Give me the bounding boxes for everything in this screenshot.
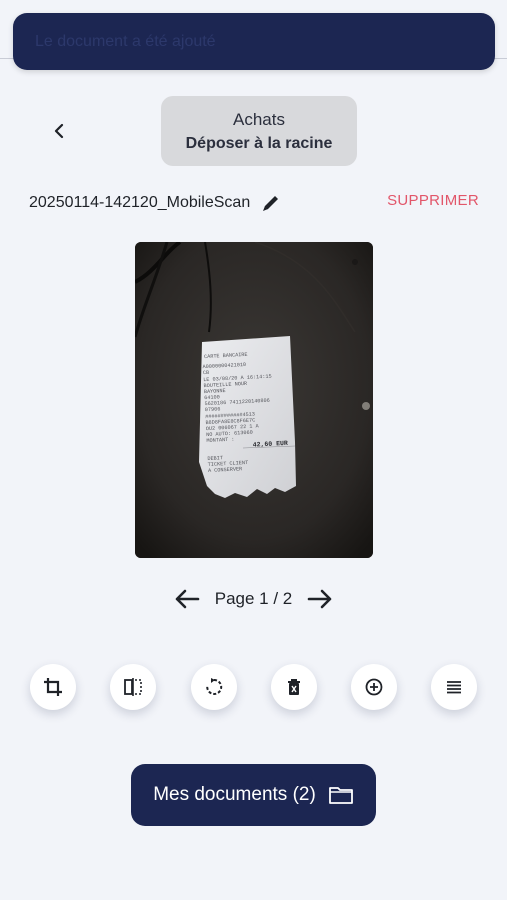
filename-row: 20250114-142120_MobileScan: [29, 192, 282, 214]
crop-button[interactable]: [30, 664, 76, 710]
receipt-line: 07906: [205, 406, 221, 413]
document-filename: 20250114-142120_MobileScan: [29, 194, 251, 211]
receipt-line: CB: [203, 370, 210, 376]
folder-icon: [328, 787, 353, 804]
folder-action: Déposer à la racine: [185, 134, 333, 152]
delete-page-icon: [288, 679, 300, 695]
toast-notification: Le document a été ajouté: [13, 13, 495, 70]
arrow-left-icon: [175, 589, 200, 609]
page-indicator: Page 1 / 2: [214, 589, 293, 608]
previous-page-button[interactable]: [172, 584, 202, 614]
page-navigator: Page 1 / 2: [0, 584, 507, 614]
add-page-icon: [365, 678, 383, 696]
next-page-button[interactable]: [305, 584, 335, 614]
split-icon: [124, 678, 142, 696]
rotate-icon: [206, 678, 223, 695]
split-button[interactable]: [110, 664, 156, 710]
delete-page-button[interactable]: [271, 664, 317, 710]
reorder-button[interactable]: [431, 664, 477, 710]
toast-message: Le document a été ajouté: [35, 32, 216, 50]
crop-icon: [44, 678, 62, 696]
reorder-icon: [447, 681, 461, 694]
delete-button[interactable]: SUPPRIMER: [387, 192, 479, 209]
my-documents-button[interactable]: Mes documents (2): [131, 764, 376, 826]
arrow-right-icon: [307, 589, 332, 609]
rotate-button[interactable]: [191, 664, 237, 710]
scanned-document-preview: CARTE BANCAIRE A0000000421010 CB LE 03/0…: [135, 242, 373, 558]
chevron-left-icon: [54, 123, 64, 139]
edit-toolbar: [0, 664, 507, 710]
folder-name: Achats: [233, 109, 285, 129]
my-documents-label: Mes documents (2): [153, 784, 316, 805]
add-page-button[interactable]: [351, 664, 397, 710]
pencil-icon[interactable]: [260, 192, 282, 214]
back-button[interactable]: [46, 118, 72, 144]
destination-folder-button[interactable]: Achats Déposer à la racine: [161, 96, 357, 166]
